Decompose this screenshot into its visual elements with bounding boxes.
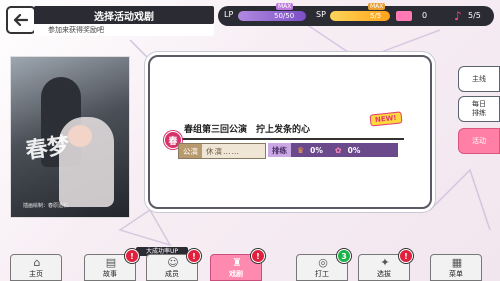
performance-tag: 公演 [179, 144, 202, 158]
alert-badge: ! [251, 249, 265, 263]
blossom-icon: ✿ [334, 145, 342, 155]
tab-event[interactable]: 活动 [458, 128, 500, 154]
tab-daily-rehearsal[interactable]: 每日 排练 [458, 96, 500, 122]
ticket-value: 0 [422, 11, 428, 20]
cover-credits: 插画绘制：春原透和 [23, 203, 69, 209]
members-icon: ☺ [167, 256, 179, 269]
nav-label: 打工 [315, 270, 329, 278]
crown-percent: 0% [310, 145, 323, 155]
lp-gauge-fill [238, 11, 306, 21]
alert-badge: ! [125, 249, 139, 263]
nav-label: 选拔 [377, 270, 391, 278]
nav-home[interactable]: ⌂ 主页 [10, 254, 62, 281]
back-button[interactable] [6, 6, 36, 34]
nav-members[interactable]: ☺ 成员 ! [146, 249, 201, 281]
performance-row: 公演 休演…… [178, 143, 266, 159]
nav-part-time[interactable]: ◎ 打工 3 [296, 249, 351, 281]
theater-icon: ♜ [232, 256, 242, 269]
nav-menu[interactable]: ▦ 菜单 [430, 254, 482, 281]
nav-label: 戏剧 [229, 270, 243, 278]
home-icon: ⌂ [33, 256, 41, 269]
alert-badge: ! [187, 249, 201, 263]
top-bar: 选择活动戏剧 参加来获得奖励吧 LP MAX 50/50 SP MAX 5/5 … [0, 0, 500, 38]
count-badge: 3 [337, 249, 351, 263]
menu-grid-icon: ▦ [451, 256, 463, 269]
ranking-row: 排练 ♛ 0% ✿ 0% [268, 143, 398, 157]
status-bar: LP MAX 50/50 SP MAX 5/5 0 ♪ 5/5 [218, 3, 494, 26]
lp-value: 50/50 [274, 12, 295, 20]
note-value: 5/5 [468, 11, 481, 20]
nav-label: 故事 [103, 270, 117, 278]
page-title: 选择活动戏剧 [34, 6, 214, 24]
ticket-icon[interactable] [396, 11, 412, 21]
lp-gauge [238, 11, 306, 21]
nav-label: 菜单 [449, 270, 463, 278]
nav-label: 主页 [29, 270, 43, 278]
back-arrow-icon [14, 14, 28, 26]
sp-label: SP [316, 10, 326, 19]
sp-max-tag: MAX [368, 3, 386, 10]
tab-main-story[interactable]: 主线 [458, 66, 500, 92]
event-cover-art[interactable]: 春梦 插画绘制：春原透和 [10, 56, 130, 218]
ranking-tag: 排练 [268, 143, 291, 157]
book-icon: ▤ [105, 256, 117, 269]
lp-max-tag: MAX [276, 3, 294, 10]
coins-icon: ◎ [318, 256, 328, 269]
bottom-nav: ⌂ 主页 ▤ 故事 ! ☺ 成员 ! ♜ 戏剧 ! ◎ 打工 3 ✦ 选拔 ! … [0, 248, 500, 281]
blossom-percent: 0% [347, 145, 361, 155]
event-card[interactable]: 春组第三回公演 拧上发条的心 春 NEW! 公演 休演…… 排练 ♛ 0% ✿ … [164, 111, 416, 163]
nav-theater[interactable]: ♜ 戏剧 ! [210, 249, 265, 281]
event-panel: 春组第三回公演 拧上发条的心 春 NEW! 公演 休演…… 排练 ♛ 0% ✿ … [148, 55, 432, 209]
gacha-icon: ✦ [380, 256, 390, 269]
music-note-icon[interactable]: ♪ [454, 9, 462, 23]
page-subtitle: 参加来获得奖励吧 [34, 24, 214, 36]
crown-icon: ♛ [297, 145, 305, 155]
performance-value: 休演…… [206, 146, 240, 156]
sp-value: 5/5 [370, 12, 382, 20]
alert-badge: ! [399, 249, 413, 263]
nav-story[interactable]: ▤ 故事 ! [84, 249, 139, 281]
lp-label: LP [224, 10, 234, 19]
nav-scout[interactable]: ✦ 选拔 ! [358, 249, 413, 281]
nav-label: 成员 [165, 270, 179, 278]
